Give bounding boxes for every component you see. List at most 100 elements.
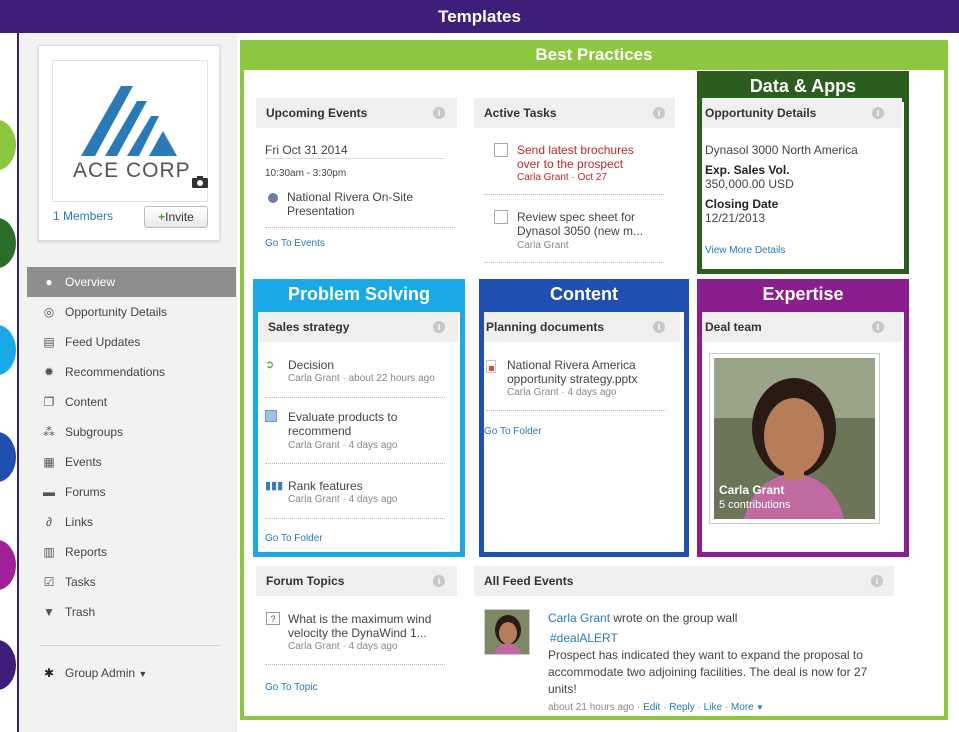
nav-feed-updates[interactable]: ▤ Feed Updates: [27, 327, 236, 357]
item-title[interactable]: Decision: [288, 358, 334, 372]
nav-label: Trash: [65, 605, 96, 619]
nav-label: Feed Updates: [65, 335, 141, 349]
nav-links[interactable]: ∂ Links: [27, 507, 236, 537]
info-icon[interactable]: i: [433, 575, 445, 587]
forum-topic-meta: Carla Grant · 4 days ago: [288, 641, 398, 652]
group-admin-label: Group Admin: [65, 666, 136, 680]
deal-team-member-card[interactable]: Carla Grant 5 contributions: [709, 353, 880, 524]
nav-divider: [40, 645, 220, 646]
item-line: Evaluate products to: [288, 410, 398, 424]
divider: [484, 194, 664, 195]
nav-label: Opportunity Details: [65, 305, 168, 319]
widget-title: Opportunity Details: [705, 106, 817, 120]
task-title[interactable]: Review spec sheet for Dynasol 3050 (new m…: [517, 210, 643, 238]
camera-icon[interactable]: [191, 175, 209, 189]
company-logo: ACE CORP: [52, 60, 208, 202]
edit-link[interactable]: Edit: [643, 702, 660, 713]
divider: [265, 463, 445, 464]
forum-topics-header: Forum Topics: [256, 566, 457, 596]
nav-label: Forums: [65, 485, 106, 499]
event-date: Fri Oct 31 2014: [265, 143, 348, 157]
info-icon[interactable]: i: [433, 321, 445, 333]
widget-title: All Feed Events: [484, 574, 574, 588]
link-icon: ∂: [46, 515, 52, 529]
group-admin-menu[interactable]: ✱ Group Admin ▼: [27, 658, 236, 688]
divider: [265, 664, 445, 665]
nav-label: Links: [65, 515, 94, 529]
widget-title: Planning documents: [486, 320, 605, 334]
info-icon[interactable]: i: [653, 321, 665, 333]
view-more-details-link[interactable]: View More Details: [705, 245, 785, 256]
closing-date-value: 12/21/2013: [705, 211, 766, 225]
info-icon[interactable]: i: [433, 107, 445, 119]
item-meta: Carla Grant · 4 days ago: [288, 440, 398, 451]
info-icon[interactable]: i: [872, 321, 884, 333]
task-checkbox[interactable]: [494, 210, 508, 224]
feed-message-line: accommodate two adjoining facilities. Th…: [548, 665, 868, 679]
nav-tasks[interactable]: ☑ Tasks: [27, 567, 236, 597]
event-time: 10:30am - 3:30pm: [265, 168, 347, 179]
go-to-topic-link[interactable]: Go To Topic: [265, 682, 317, 693]
invite-button[interactable]: +Invite: [144, 206, 208, 228]
nav-overview[interactable]: ● Overview: [27, 267, 236, 297]
content-label: Content: [550, 284, 618, 304]
event-title[interactable]: National Rivera On-Site Presentation: [287, 190, 413, 218]
nav-content[interactable]: ❐ Content: [27, 387, 236, 417]
nav-reports[interactable]: ▥ Reports: [27, 537, 236, 567]
divider: [484, 262, 664, 263]
event-line: Presentation: [287, 204, 355, 218]
blue-bubble: [0, 325, 16, 375]
chart-icon: [265, 410, 277, 422]
task-line: Dynasol 3050 (new m...: [517, 224, 644, 238]
nav-label: Reports: [65, 545, 108, 559]
sales-strategy-header: Sales strategy: [258, 312, 458, 342]
go-to-folder-link[interactable]: Go To Folder: [265, 533, 323, 544]
all-feed-events-header: All Feed Events: [474, 566, 894, 596]
nav-trash[interactable]: ▼ Trash: [27, 597, 236, 627]
item-title[interactable]: Rank features: [288, 479, 363, 493]
forum-topic-title[interactable]: What is the maximum wind velocity the Dyn…: [288, 612, 431, 640]
go-to-events-link[interactable]: Go To Events: [265, 238, 325, 249]
bar-chart-icon: ▮▮▮: [265, 480, 284, 492]
like-link[interactable]: Like: [704, 702, 722, 713]
go-to-folder-link[interactable]: Go To Folder: [484, 426, 542, 437]
topic-line: velocity the DynaWind 1...: [288, 626, 427, 640]
green-bubble: [0, 120, 16, 170]
caret-down-icon: ▼: [138, 669, 148, 679]
active-tasks-header: Active Tasks: [474, 98, 675, 128]
task-checkbox[interactable]: [494, 143, 508, 157]
widget-title: Active Tasks: [484, 106, 557, 120]
author-link[interactable]: Carla Grant: [548, 611, 610, 625]
divider: [486, 410, 666, 411]
nav-forums[interactable]: ▬ Forums: [27, 477, 236, 507]
company-name: ACE CORP: [73, 159, 191, 182]
task-title[interactable]: Send latest brochures over to the prospec…: [517, 143, 634, 171]
info-icon[interactable]: i: [871, 575, 883, 587]
nav-subgroups[interactable]: ⁂ Subgroups: [27, 417, 236, 447]
nav-opportunity-details[interactable]: ◎ Opportunity Details: [27, 297, 236, 327]
nav-events[interactable]: ▦ Events: [27, 447, 236, 477]
author-avatar[interactable]: [484, 609, 530, 655]
forum-icon: ▬: [43, 485, 55, 499]
hashtag-link[interactable]: #dealALERT: [550, 631, 618, 645]
templates-banner: Templates: [0, 0, 959, 33]
info-icon[interactable]: i: [872, 107, 884, 119]
members-link[interactable]: 1 Members: [53, 209, 113, 223]
nav-recommendations[interactable]: ✹ Recommendations: [27, 357, 236, 387]
task-line: Send latest brochures: [517, 143, 634, 157]
task-meta: Carla Grant · Oct 27: [517, 172, 608, 183]
calendar-icon: ▦: [43, 455, 55, 469]
info-icon[interactable]: i: [653, 107, 665, 119]
gear-icon: ✱: [43, 666, 55, 680]
item-title[interactable]: Evaluate products to recommend: [288, 410, 397, 438]
reply-link[interactable]: Reply: [669, 702, 695, 713]
doc-line: National Rivera America: [507, 358, 636, 372]
person-contributions: 5 contributions: [719, 499, 791, 511]
feed-action: wrote on the group wall: [610, 611, 738, 625]
purple-bubble: [0, 640, 16, 690]
document-title[interactable]: National Rivera America opportunity strat…: [507, 358, 638, 386]
more-link[interactable]: More: [731, 702, 754, 713]
banner-title: Templates: [438, 7, 521, 26]
item-meta: Carla Grant · 4 days ago: [288, 494, 398, 505]
sales-volume-label: Exp. Sales Vol.: [705, 163, 790, 177]
